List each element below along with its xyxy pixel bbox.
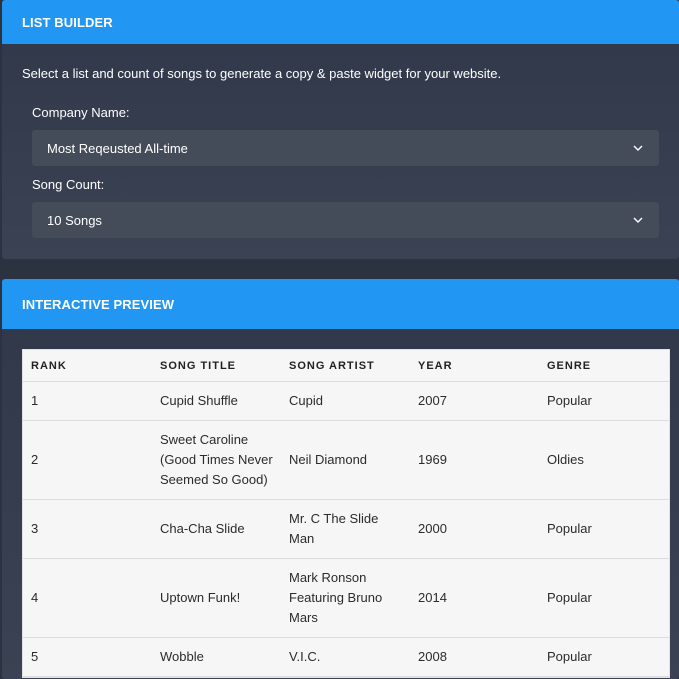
column-header-year: YEAR — [410, 350, 539, 382]
rank-cell: 3 — [23, 499, 152, 559]
song-title-cell: Cha-Cha Slide — [152, 499, 281, 559]
song-artist-cell: Mark Ronson Featuring Bruno Mars — [281, 558, 410, 638]
rank-cell: 5 — [23, 637, 152, 677]
song-count-label: Song Count: — [32, 177, 105, 192]
column-header-rank: RANK — [23, 350, 152, 382]
year-cell: 2000 — [410, 499, 539, 559]
song-artist-cell: Neil Diamond — [281, 420, 410, 500]
song-artist-cell: Cupid — [281, 381, 410, 421]
song-artist-cell: Mr. C The Slide Man — [281, 499, 410, 559]
company-name-select[interactable]: Most Reqeusted All-time — [32, 130, 659, 166]
year-cell: 1969 — [410, 420, 539, 500]
chevron-down-icon — [633, 217, 643, 223]
genre-cell: Popular — [539, 381, 669, 421]
column-header-song-title: SONG TITLE — [152, 350, 281, 382]
table-row: 3 Cha-Cha Slide Mr. C The Slide Man 2000… — [23, 499, 669, 559]
column-header-genre: GENRE — [539, 350, 669, 382]
interactive-preview-panel: INTERACTIVE PREVIEW RANK SONG TITLE SONG… — [2, 279, 679, 679]
year-cell: 2007 — [410, 381, 539, 421]
rank-cell: 2 — [23, 420, 152, 500]
interactive-preview-header: INTERACTIVE PREVIEW — [2, 279, 679, 329]
rank-cell: 4 — [23, 558, 152, 638]
company-name-value: Most Reqeusted All-time — [47, 140, 188, 156]
song-table: RANK SONG TITLE SONG ARTIST YEAR GENRE 1… — [22, 349, 670, 678]
chevron-down-icon — [633, 145, 643, 151]
builder-intro-text: Select a list and count of songs to gene… — [22, 66, 502, 81]
table-row: 4 Uptown Funk! Mark Ronson Featuring Bru… — [23, 558, 669, 638]
year-cell: 2014 — [410, 558, 539, 638]
table-row: 5 Wobble V.I.C. 2008 Popular — [23, 637, 669, 677]
list-builder-header: LIST BUILDER — [2, 0, 679, 44]
song-title-cell: Sweet Caroline (Good Times Never Seemed … — [152, 420, 281, 500]
song-artist-cell: V.I.C. — [281, 637, 410, 677]
song-title-cell: Uptown Funk! — [152, 558, 281, 638]
song-count-value: 10 Songs — [47, 212, 102, 228]
table-row: 2 Sweet Caroline (Good Times Never Seeme… — [23, 420, 669, 500]
table-row: 1 Cupid Shuffle Cupid 2007 Popular — [23, 381, 669, 421]
rank-cell: 1 — [23, 381, 152, 421]
year-cell: 2008 — [410, 637, 539, 677]
song-title-cell: Cupid Shuffle — [152, 381, 281, 421]
genre-cell: Popular — [539, 499, 669, 559]
company-name-label: Company Name: — [32, 105, 130, 120]
genre-cell: Popular — [539, 637, 669, 677]
song-count-select[interactable]: 10 Songs — [32, 202, 659, 238]
song-title-cell: Wobble — [152, 637, 281, 677]
table-header-row: RANK SONG TITLE SONG ARTIST YEAR GENRE — [23, 350, 669, 382]
list-builder-panel: LIST BUILDER Select a list and count of … — [2, 0, 679, 259]
column-header-song-artist: SONG ARTIST — [281, 350, 410, 382]
genre-cell: Oldies — [539, 420, 669, 500]
genre-cell: Popular — [539, 558, 669, 638]
